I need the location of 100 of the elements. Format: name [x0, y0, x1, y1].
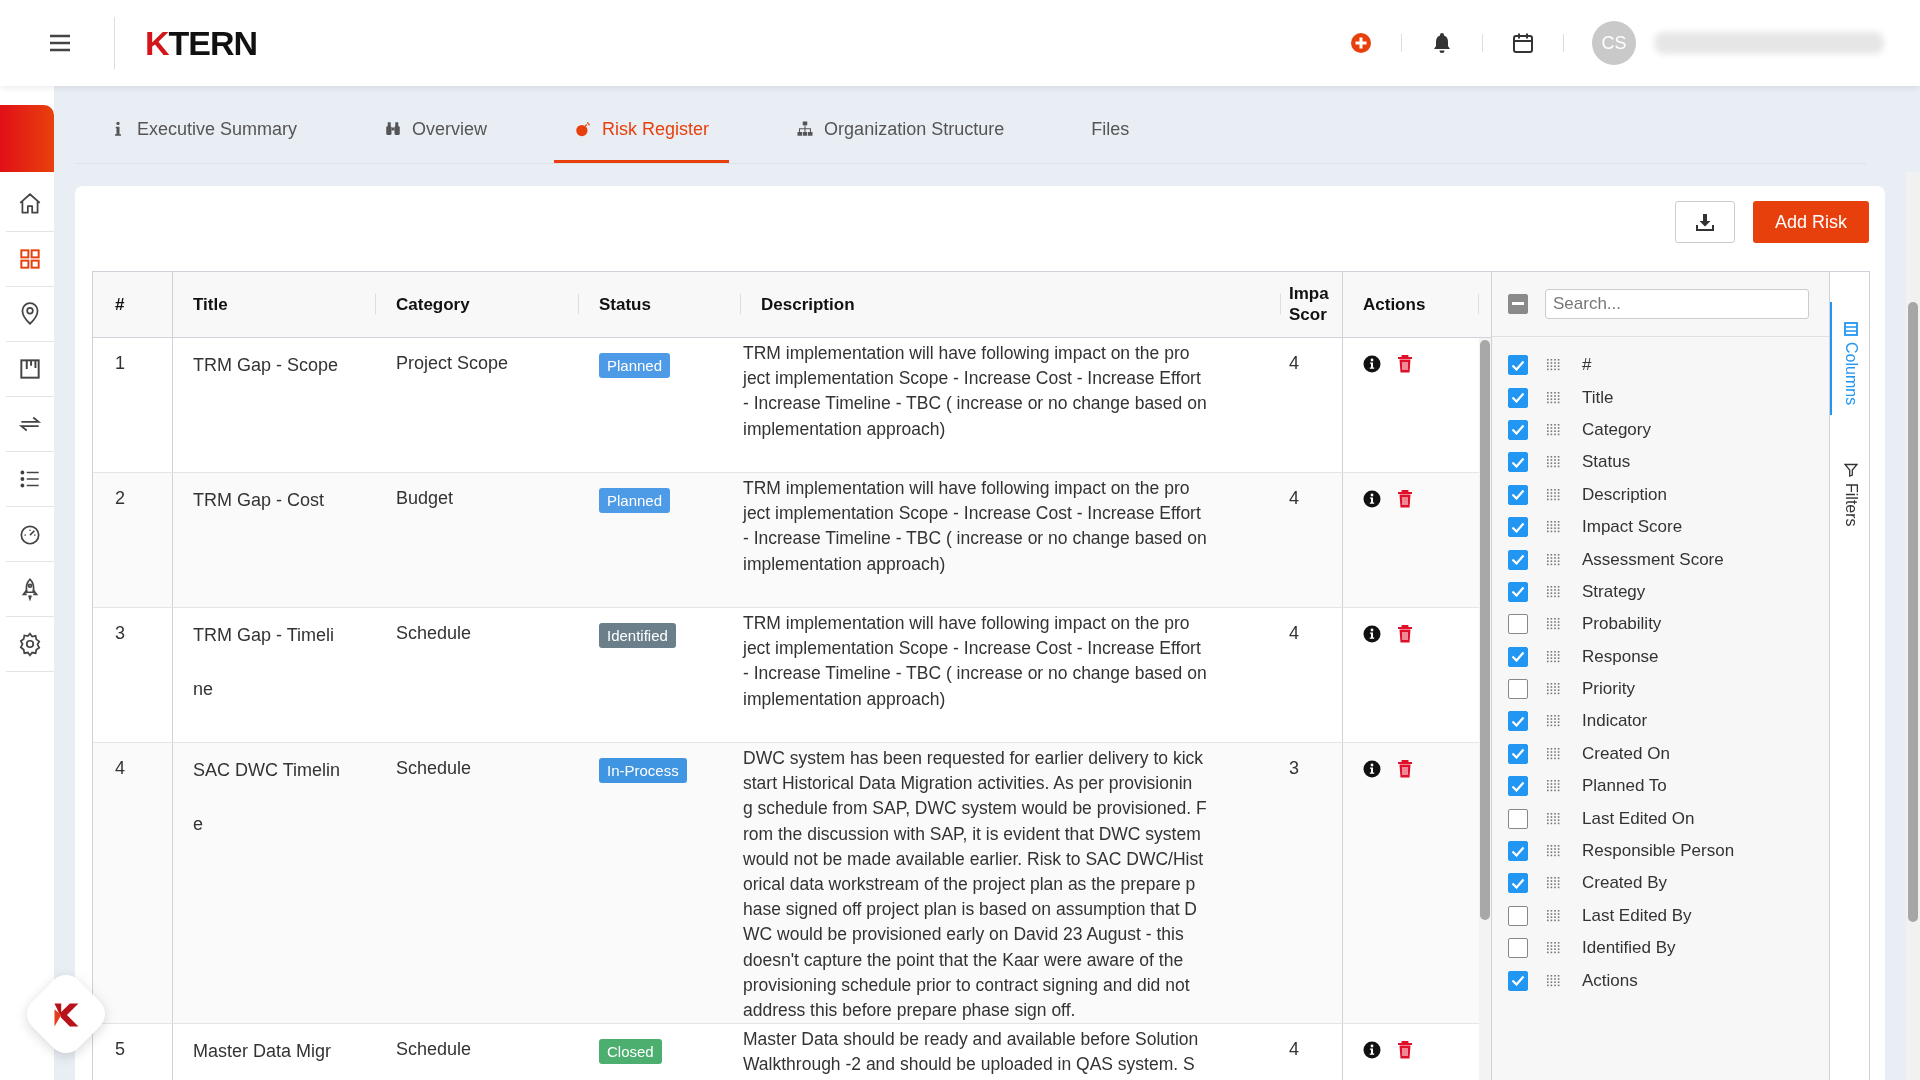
- drag-handle-icon[interactable]: [1547, 715, 1561, 728]
- checkbox[interactable]: [1508, 776, 1528, 797]
- column-name: Description: [1582, 484, 1668, 505]
- drag-handle-icon[interactable]: [1547, 812, 1561, 825]
- add-icon[interactable]: [1348, 30, 1374, 56]
- delete-icon[interactable]: [1397, 490, 1413, 508]
- checkbox[interactable]: [1508, 711, 1528, 732]
- column-name: Impact Score: [1582, 517, 1683, 538]
- tab[interactable]: Files: [1071, 98, 1150, 163]
- status-badge: Planned: [599, 353, 671, 378]
- drag-handle-icon[interactable]: [1547, 650, 1561, 663]
- checkbox[interactable]: [1508, 581, 1528, 602]
- select-all-checkbox[interactable]: [1508, 294, 1528, 314]
- column-header[interactable]: Status: [599, 294, 651, 315]
- checkbox[interactable]: [1508, 387, 1528, 408]
- column-header[interactable]: Actions: [1363, 294, 1426, 315]
- drag-handle-icon[interactable]: [1547, 618, 1561, 631]
- checkbox[interactable]: [1508, 679, 1528, 700]
- drag-handle-icon[interactable]: [1547, 359, 1561, 372]
- delete-icon[interactable]: [1397, 1041, 1413, 1060]
- drag-handle-icon[interactable]: [1547, 780, 1561, 793]
- menu-button[interactable]: [48, 32, 72, 54]
- info-icon[interactable]: [1363, 490, 1381, 508]
- drag-handle-icon[interactable]: [1547, 456, 1561, 469]
- drag-handle-icon[interactable]: [1547, 553, 1561, 566]
- status-badge: Planned: [599, 488, 671, 513]
- column-header[interactable]: Title: [193, 294, 228, 315]
- table-cell: 2: [115, 488, 125, 508]
- checkbox[interactable]: [1508, 355, 1528, 376]
- minus-icon: [1512, 302, 1524, 306]
- checkbox[interactable]: [1508, 646, 1528, 667]
- drag-handle-icon[interactable]: [1547, 909, 1561, 922]
- page-scrollbar[interactable]: [1908, 302, 1918, 922]
- column-header[interactable]: Category: [396, 294, 470, 315]
- info-icon[interactable]: [1363, 625, 1381, 643]
- checkbox[interactable]: [1508, 419, 1528, 440]
- table-cell: TRM implementation will have following impact on the pro ject implementation Scope - Increase Cost - Increase Effort - Increase Timeline - TBC ( increase or no change based on implementation approach): [743, 478, 1207, 574]
- column-header[interactable]: Description: [761, 294, 855, 315]
- drag-handle-icon[interactable]: [1547, 423, 1561, 436]
- drag-handle-icon[interactable]: [1547, 488, 1561, 501]
- table-cell-text: SAC DWC Timelin e: [193, 759, 340, 836]
- column-name: #: [1582, 355, 1592, 376]
- column-name: Actions: [1582, 970, 1638, 991]
- checkbox[interactable]: [1508, 905, 1528, 926]
- checkbox[interactable]: [1508, 452, 1528, 473]
- table-cell: 4: [1289, 1039, 1299, 1060]
- table-cell: 1: [115, 353, 125, 373]
- column-name: Created On: [1582, 743, 1670, 764]
- status-badge: Identified: [599, 623, 676, 648]
- table-cell: 4: [115, 758, 125, 778]
- add-risk-button[interactable]: Add Risk: [1753, 201, 1869, 243]
- tab[interactable]: Executive Summary: [89, 98, 318, 163]
- checkbox[interactable]: [1508, 808, 1528, 829]
- filter-icon: [1844, 463, 1858, 478]
- column-name: Responsible Person: [1582, 841, 1735, 862]
- search-field[interactable]: Search...: [1545, 289, 1809, 319]
- tab[interactable]: Organization Structure: [776, 98, 1025, 163]
- drag-handle-icon[interactable]: [1547, 585, 1561, 598]
- drag-handle-icon[interactable]: [1547, 942, 1561, 955]
- table-cell: 5: [115, 1039, 125, 1060]
- checkbox[interactable]: [1508, 873, 1528, 894]
- drag-handle-icon[interactable]: [1547, 845, 1561, 858]
- binoculars-icon: [384, 120, 403, 138]
- info-icon[interactable]: [1363, 760, 1381, 778]
- info-icon[interactable]: [1363, 355, 1381, 373]
- checkbox[interactable]: [1508, 614, 1528, 635]
- bomb-icon: [574, 120, 593, 138]
- drag-handle-icon[interactable]: [1547, 683, 1561, 696]
- checkbox[interactable]: [1508, 517, 1528, 538]
- side-tab[interactable]: Filters: [1830, 443, 1868, 537]
- checkbox[interactable]: [1508, 484, 1528, 505]
- delete-icon[interactable]: [1397, 625, 1413, 643]
- table-cell: 3: [1289, 758, 1299, 778]
- drag-handle-icon[interactable]: [1547, 747, 1561, 760]
- checkbox[interactable]: [1508, 743, 1528, 764]
- checkbox[interactable]: [1508, 841, 1528, 862]
- drag-handle-icon[interactable]: [1547, 521, 1561, 534]
- table-cell-text: TRM Gap - Scope: [193, 354, 339, 377]
- tab[interactable]: Overview: [364, 98, 508, 163]
- drag-handle-icon[interactable]: [1547, 974, 1561, 987]
- column-header[interactable]: Impa Scor: [1289, 284, 1329, 325]
- table-cell: Project Scope: [396, 353, 509, 373]
- table-cell: TRM implementation will have following impact on the pro ject implementation Scope - Increase Cost - Increase Effort - Increase Timeline - TBC ( increase or no change based on implementation approach): [743, 343, 1207, 439]
- columns-icon: [1844, 322, 1858, 336]
- delete-icon[interactable]: [1397, 355, 1413, 373]
- table-cell: Schedule: [396, 623, 472, 643]
- table-cell: 4: [1289, 623, 1299, 643]
- download-button[interactable]: [1675, 201, 1735, 243]
- checkbox[interactable]: [1508, 549, 1528, 570]
- checkbox[interactable]: [1508, 938, 1528, 959]
- scrollbar-thumb[interactable]: [1480, 340, 1490, 920]
- drag-handle-icon[interactable]: [1547, 877, 1561, 890]
- column-header[interactable]: #: [115, 294, 125, 315]
- column-name: Planned To: [1582, 776, 1667, 797]
- column-name: Indicator: [1582, 711, 1648, 732]
- info-icon[interactable]: [1363, 1041, 1381, 1060]
- table-cell-text: TRM Gap - Cost: [193, 489, 325, 512]
- delete-icon[interactable]: [1397, 760, 1413, 778]
- checkbox[interactable]: [1508, 970, 1528, 991]
- drag-handle-icon[interactable]: [1547, 391, 1561, 404]
